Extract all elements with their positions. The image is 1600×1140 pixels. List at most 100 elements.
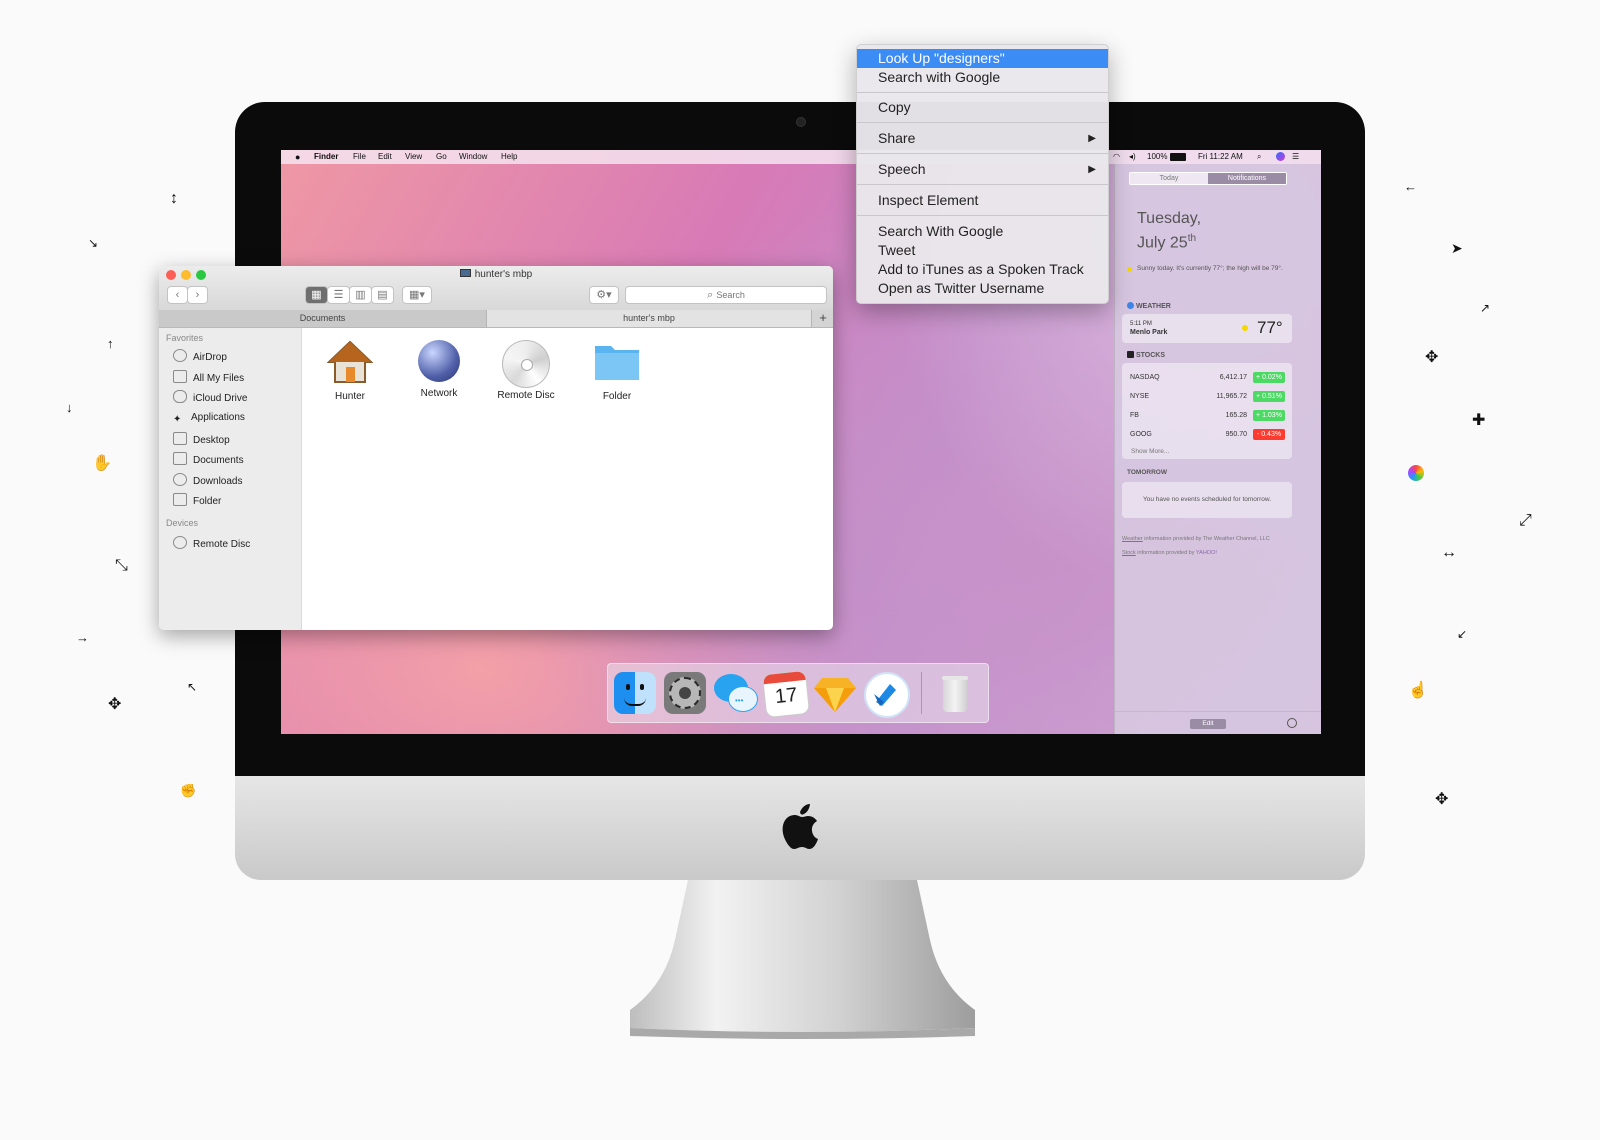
- menu-item-add-to-itunes[interactable]: Add to iTunes as a Spoken Track: [857, 260, 1108, 279]
- nc-edit-button[interactable]: Edit: [1190, 719, 1226, 729]
- menu-window[interactable]: Window: [459, 152, 487, 161]
- resize-horizontal-cursor-icon: ↔: [1441, 544, 1457, 561]
- trash-icon[interactable]: [934, 672, 976, 714]
- weather-location: Menlo Park: [1130, 329, 1168, 336]
- weather-credit: Weather information provided by The Weat…: [1122, 536, 1270, 542]
- cover-flow-button[interactable]: ▤: [371, 286, 394, 304]
- notification-center-icon[interactable]: ☰: [1292, 152, 1299, 161]
- stocks-card[interactable]: NASDAQ 6,412.17 + 0.02% NYSE 11,965.72 +…: [1122, 363, 1292, 459]
- sketch-icon[interactable]: [814, 672, 856, 714]
- blue-folder-icon: [595, 346, 639, 380]
- sidebar-item-airdrop[interactable]: AirDrop: [173, 349, 227, 363]
- nc-segmented-control: Today Notifications: [1129, 172, 1287, 185]
- sun-icon: [1127, 267, 1132, 272]
- finder-item-network[interactable]: Network: [399, 340, 479, 399]
- menu-item-inspect-element[interactable]: Inspect Element: [857, 191, 1108, 210]
- menu-file[interactable]: File: [353, 152, 366, 161]
- menu-item-open-twitter[interactable]: Open as Twitter Username: [857, 279, 1108, 298]
- tomorrow-header: TOMORROW: [1127, 469, 1167, 476]
- menu-view[interactable]: View: [405, 152, 422, 161]
- tomorrow-card: You have no events scheduled for tomorro…: [1122, 482, 1292, 518]
- menu-separator: [857, 184, 1108, 185]
- menu-separator: [857, 92, 1108, 93]
- sidebar-item-folder[interactable]: Folder: [173, 493, 221, 507]
- tweetbot-icon[interactable]: [864, 672, 910, 718]
- menu-item-search-google[interactable]: Search with Google: [857, 68, 1108, 87]
- volume-icon[interactable]: ◂): [1129, 152, 1136, 161]
- finder-item-hunter[interactable]: Hunter: [310, 340, 390, 402]
- finder-icon[interactable]: [614, 672, 656, 714]
- system-preferences-icon[interactable]: [664, 672, 706, 714]
- stock-row[interactable]: NYSE 11,965.72 + 0.51%: [1130, 391, 1285, 402]
- all-files-icon: [173, 370, 187, 383]
- resize-vertical-cursor-icon: ↕: [170, 190, 178, 207]
- stocks-header: STOCKS: [1127, 351, 1165, 359]
- weather-header: WEATHER: [1127, 302, 1171, 310]
- apple-menu-icon[interactable]: ●: [295, 152, 300, 162]
- menu-edit[interactable]: Edit: [378, 152, 392, 161]
- spotlight-icon[interactable]: ⌕: [1257, 152, 1261, 162]
- tab-hunters-mbp[interactable]: hunter's mbp: [487, 310, 811, 327]
- sidebar-item-downloads[interactable]: Downloads: [173, 473, 242, 487]
- sidebar-item-remote-disc[interactable]: Remote Disc: [173, 536, 250, 550]
- icon-view-button[interactable]: ▦: [305, 286, 328, 304]
- arrow-down-left-cursor-icon: ↙: [1457, 627, 1468, 641]
- pointing-hand-cursor-icon: ☝: [1408, 682, 1428, 699]
- weather-time: 5:11 PM: [1130, 321, 1152, 327]
- yahoo-logo: YAHOO!: [1195, 550, 1217, 556]
- weather-credit-link[interactable]: Weather: [1122, 536, 1143, 542]
- finder-item-remote-disc[interactable]: Remote Disc: [486, 340, 566, 401]
- sidebar-item-icloud-drive[interactable]: iCloud Drive: [173, 390, 247, 404]
- tab-today[interactable]: Today: [1130, 173, 1208, 184]
- download-icon: [173, 473, 187, 486]
- menu-go[interactable]: Go: [436, 152, 447, 161]
- nc-date: Tuesday, July 25th: [1137, 209, 1201, 253]
- menu-item-share[interactable]: Share ▶: [857, 129, 1108, 148]
- sidebar-item-all-my-files[interactable]: All My Files: [173, 370, 244, 384]
- search-field[interactable]: ⌕ Search: [625, 286, 827, 304]
- menu-item-search-with-google[interactable]: Search With Google: [857, 222, 1108, 241]
- resize-diagonal-cursor-icon: ⤢: [1519, 512, 1532, 529]
- show-more-link[interactable]: Show More...: [1131, 448, 1169, 455]
- finder-item-folder[interactable]: Folder: [577, 340, 657, 402]
- forward-button[interactable]: ›: [187, 286, 208, 304]
- tab-notifications[interactable]: Notifications: [1208, 173, 1286, 184]
- siri-icon[interactable]: [1276, 152, 1285, 161]
- menu-help[interactable]: Help: [501, 152, 517, 161]
- arrange-button[interactable]: ▦▾: [402, 286, 432, 304]
- weather-card[interactable]: 5:11 PM Menlo Park 77°: [1122, 314, 1292, 343]
- clock[interactable]: Fri 11:22 AM: [1198, 152, 1243, 161]
- document-icon: [173, 452, 187, 465]
- disc-icon: [173, 536, 187, 549]
- new-tab-button[interactable]: +: [811, 310, 833, 327]
- sidebar-item-applications[interactable]: ✦ Applications: [173, 411, 245, 425]
- action-gear-button[interactable]: ⚙▾: [589, 286, 619, 304]
- menu-item-copy[interactable]: Copy: [857, 98, 1108, 117]
- tomorrow-text: You have no events scheduled for tomorro…: [1142, 496, 1272, 503]
- sidebar-item-documents[interactable]: Documents: [173, 452, 244, 466]
- column-view-button[interactable]: ▥: [349, 286, 372, 304]
- stock-credit: Stock information provided by YAHOO!: [1122, 550, 1217, 556]
- tab-documents[interactable]: Documents: [159, 310, 487, 327]
- calendar-icon[interactable]: 17: [761, 669, 811, 719]
- menu-bar: ● Finder File Edit View Go Window Help ◠…: [281, 150, 1321, 164]
- stock-row[interactable]: FB 165.28 + 1.03%: [1130, 410, 1285, 421]
- cloud-icon: [173, 390, 187, 403]
- battery-icon[interactable]: [1170, 153, 1186, 161]
- list-view-button[interactable]: ☰: [327, 286, 350, 304]
- menu-finder[interactable]: Finder: [314, 152, 338, 161]
- back-button[interactable]: ‹: [167, 286, 188, 304]
- sidebar-item-desktop[interactable]: Desktop: [173, 432, 230, 446]
- menu-item-look-up[interactable]: Look Up "designers": [857, 49, 1108, 68]
- stock-row[interactable]: GOOG 950.70 - 0.43%: [1130, 429, 1285, 440]
- menu-item-speech[interactable]: Speech ▶: [857, 160, 1108, 179]
- apple-logo-icon: [782, 804, 818, 849]
- stock-row[interactable]: NASDAQ 6,412.17 + 0.02%: [1130, 372, 1285, 383]
- airdrop-icon: [173, 349, 187, 362]
- stock-credit-link[interactable]: Stock: [1122, 550, 1136, 556]
- menu-item-tweet[interactable]: Tweet: [857, 241, 1108, 260]
- wifi-icon[interactable]: ◠: [1113, 152, 1120, 161]
- imac-chin: [235, 776, 1365, 880]
- nc-settings-icon[interactable]: [1287, 718, 1297, 728]
- messages-icon[interactable]: •••: [714, 672, 758, 714]
